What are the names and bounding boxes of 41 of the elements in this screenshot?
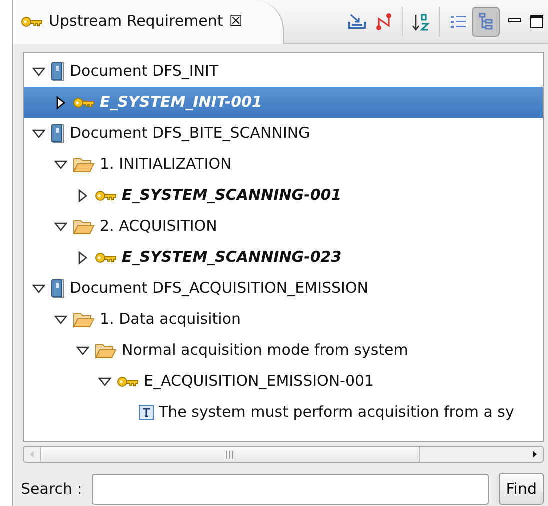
- tree-row[interactable]: 2. ACQUISITION: [24, 211, 543, 242]
- tree-row[interactable]: Document DFS_ACQUISITION_EMISSION: [24, 273, 543, 304]
- search-label: Search :: [21, 478, 82, 500]
- key-icon: [73, 96, 95, 108]
- close-button[interactable]: ☒: [229, 10, 243, 33]
- tree-row[interactable]: Document DFS_BITE_SCANNING: [24, 118, 543, 149]
- expand-icon[interactable]: [76, 188, 90, 202]
- book-icon: [51, 62, 65, 82]
- folder-icon: [73, 156, 95, 172]
- scrollbar-thumb[interactable]: [40, 447, 420, 462]
- key-icon: [95, 190, 117, 202]
- find-button[interactable]: Find: [499, 473, 544, 505]
- key-icon: [95, 252, 117, 264]
- tree-button[interactable]: [472, 6, 500, 36]
- key-icon: [117, 376, 139, 388]
- book-icon: [51, 124, 65, 144]
- view-tab[interactable]: Upstream Requirement ☒: [13, 0, 284, 44]
- folder-icon: [73, 312, 95, 328]
- folder-icon: [95, 342, 117, 358]
- tree-row[interactable]: 1. Data acquisition: [24, 304, 543, 335]
- book-icon: [51, 278, 65, 298]
- horizontal-scrollbar[interactable]: [23, 446, 544, 463]
- expand-icon[interactable]: [54, 96, 68, 110]
- tree-row[interactable]: Normal acquisition mode from system: [24, 335, 543, 366]
- tree-row[interactable]: E_SYSTEM_SCANNING-023: [24, 242, 543, 273]
- expand-icon[interactable]: [76, 250, 90, 264]
- tree-row[interactable]: Document DFS_INIT: [24, 56, 543, 87]
- tree-row[interactable]: 1. INITIALIZATION: [24, 149, 543, 180]
- link-icon: [374, 12, 394, 32]
- search-field[interactable]: [92, 474, 490, 504]
- tree-row[interactable]: E_SYSTEM_INIT-001: [24, 87, 543, 118]
- maximize-icon[interactable]: [530, 14, 544, 28]
- key-icon: [21, 16, 43, 28]
- text-icon: [139, 405, 154, 420]
- sort-icon: [411, 12, 431, 32]
- view-title: Upstream Requirement: [49, 11, 224, 32]
- import-icon: [346, 12, 366, 32]
- tree-row[interactable]: E_SYSTEM_SCANNING-001: [24, 180, 543, 211]
- tree-row[interactable]: E_ACQUISITION_EMISSION-001: [24, 366, 543, 397]
- folder-icon: [73, 218, 95, 234]
- tree-row[interactable]: The system must perform acquisition from a sy: [24, 397, 543, 428]
